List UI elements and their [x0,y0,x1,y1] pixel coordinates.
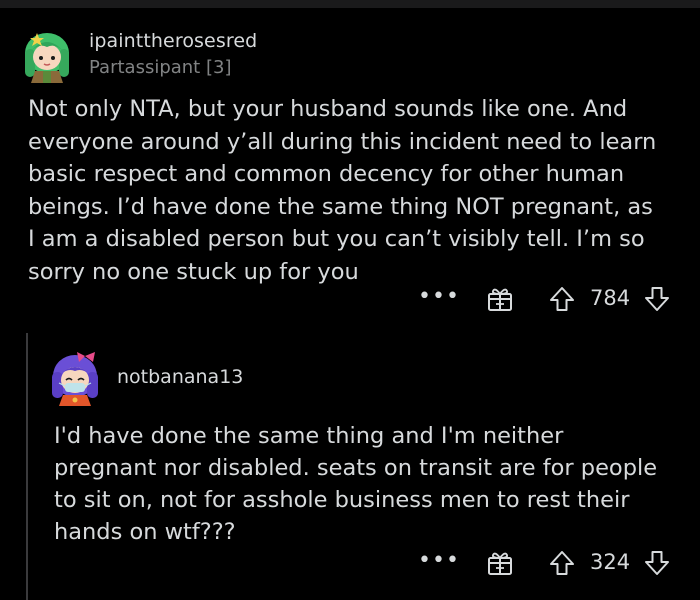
comment-text-line: I'd have done the same thing and I'm nei… [54,423,564,449]
comment-actions: ••• 324 [0,548,700,578]
award-gift-icon[interactable] [487,550,513,576]
avatar-icon[interactable] [19,27,75,83]
top-edge-strip [0,0,700,8]
comment-text-line: pregnant nor disabled. seats on transit … [54,455,658,481]
comment-author[interactable]: notbanana13 [117,366,243,388]
downvote-arrow-icon[interactable] [643,285,671,313]
comment-text-line: to sit on, not for asshole business men … [54,487,630,513]
more-options-icon[interactable]: ••• [418,286,460,308]
user-flair: Partassipant [3] [89,57,232,78]
comment-body: I'd have done the same thing and I'm nei… [54,420,684,548]
upvote-arrow-icon[interactable] [548,549,576,577]
comment-text-line: everyone around y’all during this incide… [28,128,657,155]
more-options-icon[interactable]: ••• [418,550,460,572]
comment-text-line: basic respect and common decency for oth… [28,161,625,187]
comment-text-line: hands on wtf??? [54,519,236,545]
comment-text-line: I am a disabled person but you can’t vis… [28,226,645,252]
comment-body: Not only NTA, but your husband sounds li… [28,93,688,288]
comment-text-line: beings. I’d have done the same thing NOT… [28,193,653,220]
avatar-icon[interactable] [47,350,103,406]
vote-score: 784 [590,286,631,310]
award-gift-icon[interactable] [487,286,513,312]
downvote-arrow-icon[interactable] [643,549,671,577]
comment-text-line: Not only NTA, but your husband sounds li… [28,96,628,122]
upvote-arrow-icon[interactable] [548,285,576,313]
comment-actions: ••• 784 [0,284,700,314]
comment-author[interactable]: ipainttherosesred [89,30,257,52]
vote-score: 324 [590,550,631,574]
